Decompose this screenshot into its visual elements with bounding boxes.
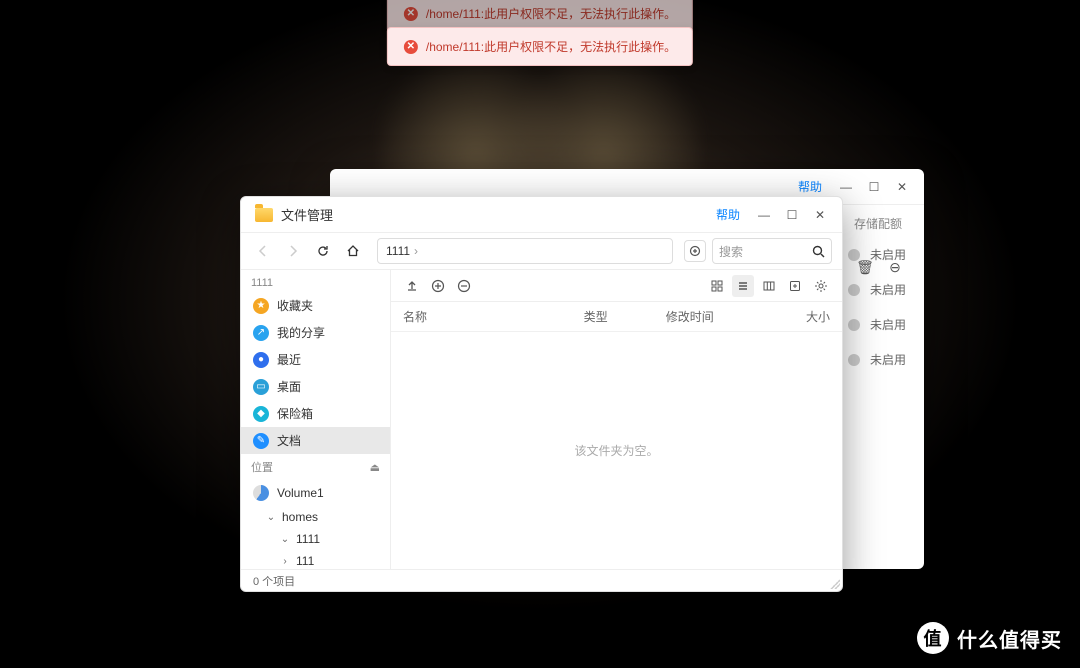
minimize-button[interactable]: — bbox=[750, 201, 778, 229]
resize-handle[interactable] bbox=[830, 579, 840, 589]
sidebar-item-icon: ✎ bbox=[253, 433, 269, 449]
tree-item[interactable]: ⌄ homes bbox=[241, 506, 390, 528]
sidebar: 1111 ★ 收藏夹 ↗ 我的分享 ● 最近 ▭ 桌面 ◆ 保险箱 ✎ 文档 位置 ⏏ Volume1… bbox=[241, 270, 391, 569]
sidebar-item[interactable]: ◆ 保险箱 bbox=[241, 400, 390, 427]
sidebar-root-label: 1111 bbox=[241, 274, 390, 292]
maximize-button[interactable]: ☐ bbox=[860, 173, 888, 201]
sidebar-item-icon: ● bbox=[253, 352, 269, 368]
sidebar-item-label: 文档 bbox=[277, 432, 301, 449]
tree-item-label: 111 bbox=[296, 554, 314, 568]
refresh-button[interactable] bbox=[311, 239, 335, 263]
more-icon[interactable]: ⊖ bbox=[884, 256, 906, 278]
main-pane: 名称 类型 修改时间 大小 该文件夹为空。 bbox=[391, 270, 842, 569]
error-icon: ✕ bbox=[404, 7, 418, 21]
disk-icon bbox=[253, 485, 269, 501]
watermark-text: 什么值得买 bbox=[957, 624, 1062, 653]
view-columns-button[interactable] bbox=[758, 275, 780, 297]
remove-button[interactable] bbox=[453, 275, 475, 297]
status-dot-icon bbox=[848, 354, 860, 366]
window-title: 文件管理 bbox=[281, 205, 333, 224]
eject-icon[interactable]: ⏏ bbox=[370, 461, 380, 474]
location-label: 位置 bbox=[251, 459, 273, 475]
sidebar-item-icon: ↗ bbox=[253, 325, 269, 341]
status-text: 0 个项目 bbox=[253, 573, 295, 589]
col-name[interactable]: 名称 bbox=[403, 308, 584, 325]
close-button[interactable]: ✕ bbox=[806, 201, 834, 229]
col-type[interactable]: 类型 bbox=[584, 308, 666, 325]
chevron-icon[interactable]: ⌄ bbox=[279, 534, 291, 545]
search-placeholder: 搜索 bbox=[719, 243, 743, 260]
file-manager-window: 文件管理 帮助 — ☐ ✕ 1111 › 搜索 bbox=[240, 196, 843, 592]
close-button[interactable]: ✕ bbox=[888, 173, 916, 201]
maximize-button[interactable]: ☐ bbox=[778, 201, 806, 229]
sidebar-item-icon: ◆ bbox=[253, 406, 269, 422]
status-bar: 0 个项目 bbox=[241, 569, 842, 591]
watermark-badge: 值 bbox=[917, 622, 949, 654]
sidebar-item-label: 我的分享 bbox=[277, 324, 325, 341]
nav-back-button[interactable] bbox=[251, 239, 275, 263]
column-headers[interactable]: 名称 类型 修改时间 大小 bbox=[391, 302, 842, 332]
sidebar-item-label: 桌面 bbox=[277, 378, 301, 395]
new-window-button[interactable] bbox=[784, 275, 806, 297]
view-grid-button[interactable] bbox=[706, 275, 728, 297]
sidebar-item[interactable]: ↗ 我的分享 bbox=[241, 319, 390, 346]
sidebar-item[interactable]: ✎ 文档 bbox=[241, 427, 390, 454]
chevron-right-icon: › bbox=[414, 244, 418, 258]
sidebar-item-icon: ▭ bbox=[253, 379, 269, 395]
chevron-icon[interactable]: › bbox=[279, 556, 291, 567]
view-list-button[interactable] bbox=[732, 275, 754, 297]
add-button[interactable] bbox=[427, 275, 449, 297]
sidebar-item[interactable]: ● 最近 bbox=[241, 346, 390, 373]
toast-message: /home/111:此用户权限不足，无法执行此操作。 bbox=[426, 38, 676, 55]
titlebar[interactable]: 文件管理 帮助 — ☐ ✕ bbox=[241, 197, 842, 233]
error-icon: ✕ bbox=[404, 40, 418, 54]
sidebar-volume[interactable]: Volume1 bbox=[241, 480, 390, 506]
sidebar-item-label: 最近 bbox=[277, 351, 301, 368]
search-input[interactable]: 搜索 bbox=[712, 238, 832, 264]
sidebar-item-label: 保险箱 bbox=[277, 405, 313, 422]
tree-item-label: 1111 bbox=[296, 532, 320, 546]
search-icon bbox=[812, 245, 825, 258]
navbar: 1111 › 搜索 bbox=[241, 233, 842, 269]
upload-button[interactable] bbox=[401, 275, 423, 297]
home-button[interactable] bbox=[341, 239, 365, 263]
delete-icon[interactable]: 🗑 bbox=[854, 256, 876, 278]
settings-button[interactable] bbox=[810, 275, 832, 297]
breadcrumb[interactable]: 1111 › bbox=[377, 238, 673, 264]
status-dot-icon bbox=[848, 319, 860, 331]
tree-item-label: homes bbox=[282, 510, 318, 524]
status-dot-icon bbox=[848, 284, 860, 296]
new-tab-button[interactable] bbox=[684, 240, 706, 262]
col-mtime[interactable]: 修改时间 bbox=[666, 308, 765, 325]
watermark: 值 什么值得买 bbox=[917, 622, 1062, 654]
sidebar-item[interactable]: ▭ 桌面 bbox=[241, 373, 390, 400]
toast-message: /home/111:此用户权限不足，无法执行此操作。 bbox=[426, 5, 676, 22]
chevron-icon[interactable]: ⌄ bbox=[265, 512, 277, 523]
folder-icon bbox=[255, 208, 273, 222]
breadcrumb-segment[interactable]: 1111 bbox=[386, 244, 410, 258]
toolbar bbox=[391, 270, 842, 302]
empty-state: 该文件夹为空。 bbox=[391, 332, 842, 569]
error-toast: ✕ /home/111:此用户权限不足，无法执行此操作。 bbox=[387, 27, 693, 66]
nav-forward-button[interactable] bbox=[281, 239, 305, 263]
tree-item[interactable]: › 111 bbox=[241, 550, 390, 569]
col-size[interactable]: 大小 bbox=[764, 308, 830, 325]
tree-item[interactable]: ⌄ 1111 bbox=[241, 528, 390, 550]
sidebar-item-icon: ★ bbox=[253, 298, 269, 314]
sidebar-item-label: 收藏夹 bbox=[277, 297, 313, 314]
help-link[interactable]: 帮助 bbox=[716, 206, 740, 223]
help-link[interactable]: 帮助 bbox=[798, 178, 822, 195]
sidebar-item[interactable]: ★ 收藏夹 bbox=[241, 292, 390, 319]
